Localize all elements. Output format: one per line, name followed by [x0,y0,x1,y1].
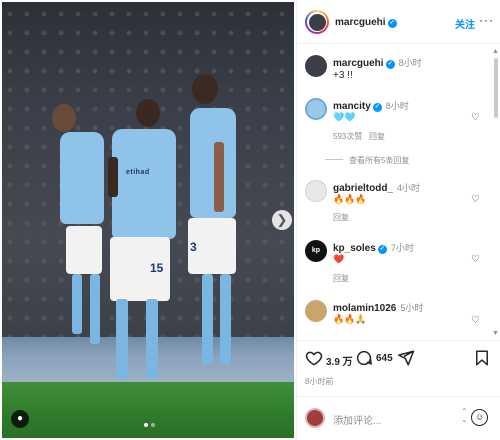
comment-username-text[interactable]: kp_soles [333,243,376,254]
comment-time: 7小时 [390,243,414,253]
carousel-dots [144,423,155,427]
caption-avatar[interactable] [305,55,327,77]
comment-text: ❤️ [333,254,345,264]
posted-time: 8小时前 [305,377,334,386]
post-header: marcguehi ✓ 关注 ··· [297,0,500,44]
save-bookmark-icon[interactable] [473,349,491,367]
caption-username[interactable]: marcguehi ✓ 8小时 [333,56,422,69]
comment-username-text[interactable]: gabrieltodd_ [333,183,393,194]
current-user-avatar [305,408,325,428]
comment-like-heart-icon[interactable]: ♡ [471,255,481,265]
shirt-sponsor: etihad [126,169,150,176]
carousel-dot-active [144,423,148,427]
view-replies-text[interactable]: 查看所有5条回复 [349,156,409,165]
post-actions: 3.9 万 645 8小时前 [297,340,500,396]
comment-reply-button[interactable]: 回复 [333,212,349,223]
likes-count[interactable]: 3.9 万 [326,353,353,368]
jersey-number: 3 [190,240,197,254]
verified-badge-icon: ✓ [387,19,397,28]
header-username-text[interactable]: marcguehi [335,17,386,28]
more-options-icon[interactable]: ··· [479,13,494,27]
caption-username-text[interactable]: marcguehi [333,58,384,69]
comment-likes[interactable]: 593次赞 [333,131,362,142]
comment-username-text[interactable]: molamin1026 [333,303,396,314]
comment-username[interactable]: kp_soles ✓ 7小时 [333,241,414,254]
like-heart-icon[interactable] [305,349,323,367]
comment-like-heart-icon[interactable]: ♡ [471,113,481,123]
player-right: 3 [182,72,252,387]
comment-text: 🔥🔥🙏 [333,314,367,324]
user-tag-icon[interactable]: ● [11,410,29,428]
comments-count[interactable]: 645 [376,353,393,364]
comment-bubble-icon[interactable] [355,349,373,367]
player-middle: etihad 15 [100,97,190,387]
add-comment-input[interactable]: 添加评论... [333,412,381,427]
scroll-up-icon[interactable]: ▲ [492,48,499,55]
comment-reply-button[interactable]: 回复 [333,273,349,284]
comment-username-text[interactable]: mancity [333,101,371,112]
comment-composer: 添加评论... ⌃ ⌄ ☺ [297,396,500,440]
comment-time: 4小时 [397,183,421,193]
verified-badge-icon: ✓ [372,103,382,112]
post-photo[interactable]: etihad 15 3 ❯ ● [2,2,294,438]
smiley-icon[interactable]: ☺ [471,409,488,426]
pitch-grass [2,382,294,438]
comment-avatar-gabrieltodd[interactable] [305,180,327,202]
comment-like-heart-icon[interactable]: ♡ [471,195,481,205]
verified-badge-icon: ✓ [385,60,395,69]
comment-username[interactable]: gabrieltodd_ 4小时 [333,181,420,194]
comment-avatar-kp-soles[interactable]: kp [305,240,327,262]
view-replies-button[interactable]: 查看所有5条回复 [325,155,409,166]
scroll-down-icon[interactable]: ▼ [492,330,499,337]
header-username[interactable]: marcguehi ✓ [335,17,397,28]
follow-button[interactable]: 关注 [455,16,475,31]
comment-avatar-mancity[interactable] [305,98,327,120]
comment-text: 🩵🩵 [333,112,356,122]
comment-time: 8小时 [385,101,409,111]
jersey-number: 15 [150,261,164,275]
caption-time: 8小时 [398,58,422,68]
comment-avatar-molamin1026[interactable] [305,300,327,322]
avatar[interactable] [305,10,329,34]
comment-time: 5小时 [400,303,424,313]
comments-scrollbar[interactable] [494,58,498,118]
comment-username[interactable]: molamin1026 5小时 [333,301,423,314]
comment-text: 🔥🔥🔥 [333,194,367,204]
comment-reply-button[interactable]: 回复 [369,131,385,142]
caption-text: +3 !! [333,70,353,81]
verified-badge-icon: ✓ [377,245,387,254]
share-paper-plane-icon[interactable] [397,349,415,367]
comment-username[interactable]: mancity ✓ 8小时 [333,99,409,112]
post-side-panel: marcguehi ✓ 关注 ··· marcguehi ✓ 8小时 +3 !! ma… [296,0,500,440]
comment-like-heart-icon[interactable]: ♡ [471,316,481,326]
carousel-dot [151,423,155,427]
chevron-right-icon[interactable]: ❯ [272,210,292,230]
sort-arrows-icon[interactable]: ⌃ ⌄ [461,408,468,424]
